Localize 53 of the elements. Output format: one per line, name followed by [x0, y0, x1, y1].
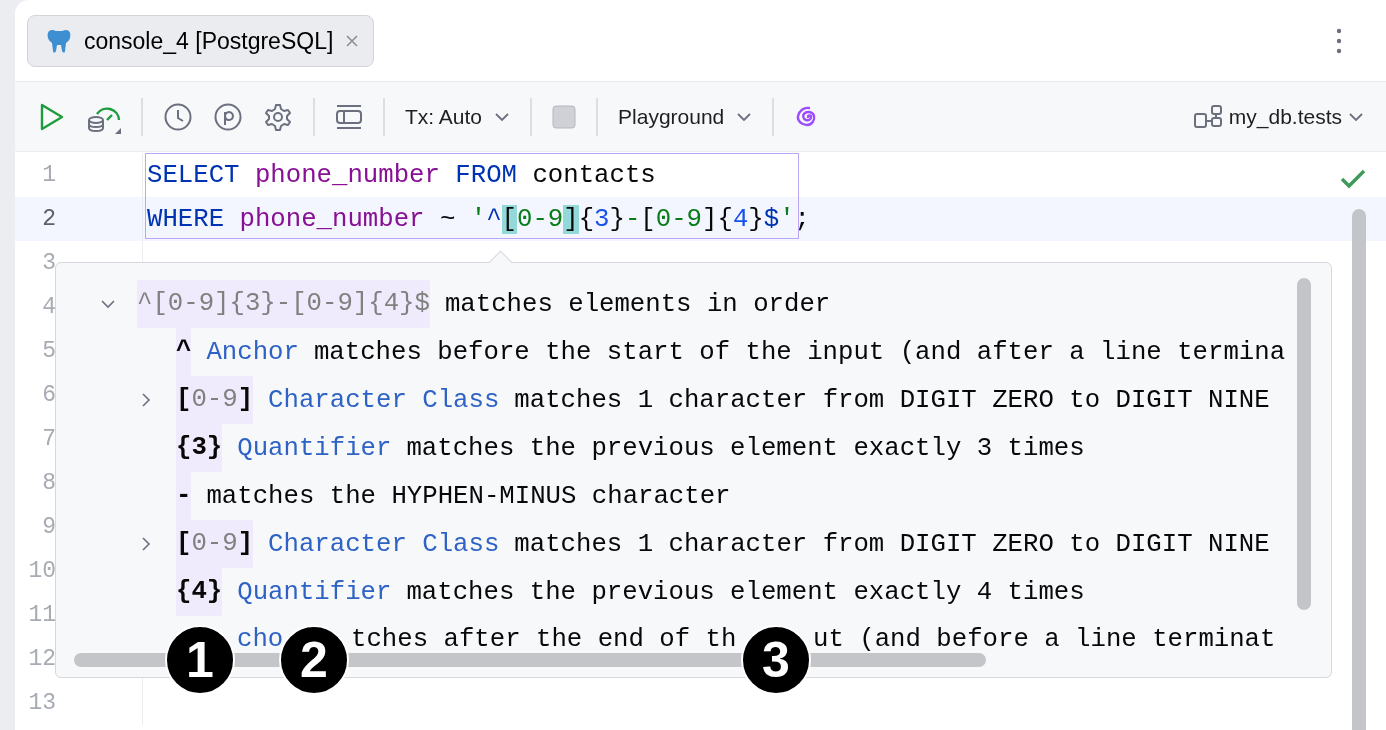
transaction-mode-dropdown[interactable]: Tx: Auto: [405, 104, 511, 129]
schema-dropdown[interactable]: my_db.tests: [1192, 103, 1364, 130]
line-number: 12: [27, 646, 56, 672]
chevron-down-icon: [494, 111, 511, 122]
close-icon[interactable]: [345, 34, 360, 48]
line-number: 10: [27, 558, 56, 584]
schema-icon: [1192, 103, 1223, 130]
scrollbar[interactable]: [1297, 278, 1311, 610]
run-icon[interactable]: [39, 102, 65, 131]
element-kind-link[interactable]: Quantifier: [237, 577, 392, 607]
line-number: 4: [41, 294, 56, 320]
clock-icon[interactable]: [163, 101, 193, 132]
regex-token: -: [176, 472, 192, 520]
line-number: 11: [27, 602, 56, 628]
description-text: matches 1 character from DIGIT ZERO to DIGIT NINE: [514, 529, 1270, 559]
regex-pattern: ^[0-9]{3}-[0-9]{4}$: [137, 280, 430, 328]
element-kind-link[interactable]: Character Class: [268, 385, 500, 415]
description-text: matches the HYPHEN-MINUS character: [206, 481, 731, 511]
description-text: ut (and before a line terminat: [813, 624, 1276, 652]
line-number: 2: [41, 206, 56, 232]
element-kind-link[interactable]: Quantifier: [237, 433, 392, 463]
chevron-down-icon: [736, 111, 753, 122]
element-kind-link[interactable]: Anchor: [206, 337, 299, 367]
code-line: SELECT phone_number FROM contacts: [147, 160, 656, 190]
description-text: matches the previous element exactly 3 times: [406, 433, 1085, 463]
description-text: matches before the start of the input (and after a line termina: [313, 337, 1286, 367]
regex-token: [0-9]: [176, 376, 254, 424]
regex-token: ^: [176, 328, 192, 376]
line-number: 13: [27, 690, 56, 716]
description-text: tches after the end of th: [351, 624, 737, 652]
code-line: WHERE phone_number ~ '^[0-9]{3}-[0-9]{4}$';: [147, 204, 810, 234]
settings-icon[interactable]: [263, 101, 293, 132]
line-number: 5: [41, 338, 56, 364]
line-number: 8: [41, 470, 56, 496]
description-text: matches elements in order: [444, 289, 831, 319]
element-kind-link[interactable]: Character Class: [268, 529, 500, 559]
line-number: 7: [41, 426, 56, 452]
regex-token: {4}: [176, 568, 223, 616]
more-options-icon[interactable]: [1336, 27, 1342, 54]
playground-dropdown[interactable]: Playground: [618, 104, 753, 129]
scrollbar[interactable]: [1352, 209, 1366, 730]
line-number: 6: [41, 382, 56, 408]
chevron-down-icon: [1348, 111, 1364, 122]
line-number: 3: [41, 250, 56, 276]
regex-token: {3}: [176, 424, 223, 472]
editor-tab[interactable]: console_4 [PostgreSQL]: [27, 15, 375, 67]
line-number: 9: [41, 514, 56, 540]
line-number: 1: [41, 162, 56, 188]
description-text: matches 1 character from DIGIT ZERO to DIGIT NINE: [514, 385, 1270, 415]
description-text: matches the previous element exactly 4 times: [406, 577, 1085, 607]
layout-icon[interactable]: [335, 103, 363, 130]
parameter-icon[interactable]: [213, 101, 243, 132]
regex-token: [0-9]: [176, 520, 254, 568]
